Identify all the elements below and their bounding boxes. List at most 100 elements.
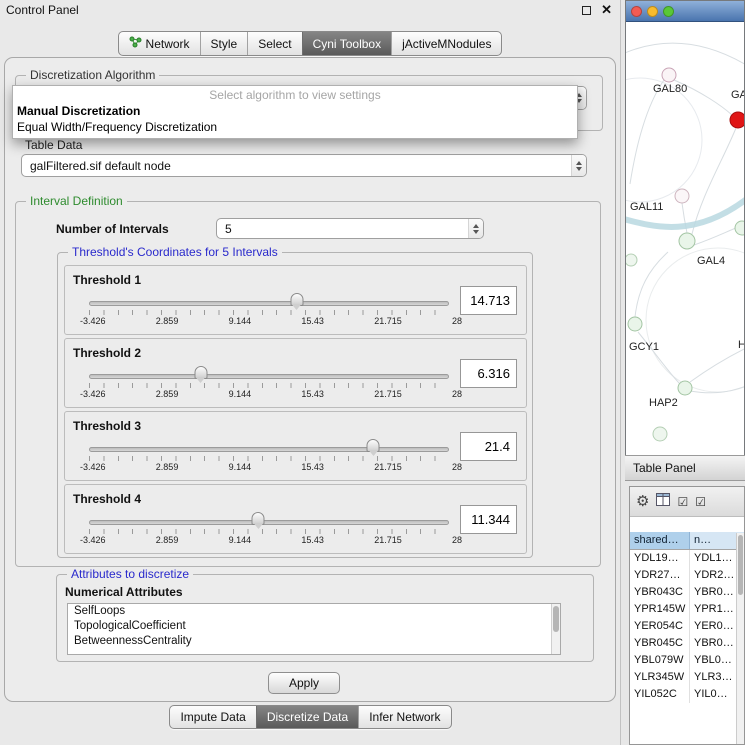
scale-label: 9.144 [229,535,252,545]
threshold-1-value-field[interactable]: 14.713 [460,286,517,315]
cell[interactable]: YLR345W [630,669,690,686]
list-item[interactable]: TopologicalCoefficient [68,619,560,634]
cell[interactable]: YER054C [630,618,690,635]
table-data-combobox[interactable]: galFiltered.sif default node [21,154,587,177]
cell[interactable]: YBL079W [630,652,690,669]
minimize-traffic-light-icon[interactable] [647,6,658,17]
node-gal4[interactable] [679,233,695,249]
threshold-label: Threshold 4 [73,492,141,506]
tab-cyni-toolbox[interactable]: Cyni Toolbox [302,32,391,55]
combobox-value: galFiltered.sif default node [22,159,571,173]
tab-style[interactable]: Style [200,32,248,55]
tab-label: Cyni Toolbox [313,37,381,51]
node-selected-red[interactable] [730,112,744,128]
table-row[interactable]: YDR27…YDR2… [630,567,744,584]
float-window-icon[interactable] [582,6,591,15]
threshold-4-slider[interactable]: -3.426 2.859 9.144 15.43 21.715 28 [89,512,449,550]
table-body: YDL19…YDL1… YDR27…YDR2… YBR043CYBR0… YPR… [630,550,744,703]
slider-scale: -3.426 2.859 9.144 15.43 21.715 28 [80,389,462,399]
cyni-toolbox-panel: Discretization Algorithm Select algorith… [4,57,616,702]
scale-label: 21.715 [374,389,402,399]
table-scrollbar[interactable] [736,533,744,744]
cell[interactable]: YBR045C [630,635,690,652]
slider-track[interactable] [89,374,449,379]
table-row[interactable]: YBL079WYBL0… [630,652,744,669]
scale-label: 28 [452,316,462,326]
gear-icon[interactable]: ⚙ [636,494,649,509]
node-label: H [738,339,744,351]
cell[interactable]: YPR145W [630,601,690,618]
list-item[interactable]: SelfLoops [68,604,560,619]
slider-ticks [89,383,449,388]
zoom-traffic-light-icon[interactable] [663,6,674,17]
table-row[interactable]: YPR145WYPR1… [630,601,744,618]
scale-label: 2.859 [156,535,179,545]
numerical-attributes-label: Numerical Attributes [65,585,183,599]
slider-thumb[interactable] [194,366,207,379]
scale-label: 21.715 [374,535,402,545]
network-window-titlebar[interactable] [626,1,744,22]
dropdown-option-equal-width-frequency[interactable]: Equal Width/Frequency Discretization [13,119,577,135]
table-row[interactable]: YIL052CYIL0… [630,686,744,703]
tab-network[interactable]: Network [119,32,200,55]
node-hap2[interactable] [678,381,692,395]
tab-infer-network[interactable]: Infer Network [358,706,450,728]
tab-label: Infer Network [369,710,440,724]
table-row[interactable]: YBR043CYBR0… [630,584,744,601]
slider-track[interactable] [89,520,449,525]
thresholds-group: Threshold's Coordinates for 5 Intervals … [57,252,533,558]
tab-discretize-data[interactable]: Discretize Data [256,706,358,728]
scrollbar-thumb[interactable] [553,606,559,632]
apply-button[interactable]: Apply [268,672,340,694]
select-all-checkbox-icon[interactable]: ☑ [677,496,688,508]
threshold-4-value-field[interactable]: 11.344 [460,505,517,534]
list-item[interactable]: BetweennessCentrality [68,634,560,649]
select-column-checkbox-icon[interactable]: ☑ [695,496,706,508]
close-traffic-light-icon[interactable] [631,6,642,17]
threshold-3-value-field[interactable]: 21.4 [460,432,517,461]
scale-label: 2.859 [156,462,179,472]
cell[interactable]: YIL052C [630,686,690,703]
scale-label: -3.426 [80,535,106,545]
list-scrollbar[interactable] [551,604,560,654]
node[interactable] [675,189,689,203]
stepper-icon[interactable] [571,155,586,176]
slider-thumb[interactable] [252,512,265,525]
combobox-value: 5 [217,222,468,236]
node[interactable] [653,427,667,441]
slider-track[interactable] [89,301,449,306]
slider-ticks [89,529,449,534]
close-icon[interactable]: ✕ [601,5,612,15]
threshold-2-value-field[interactable]: 6.316 [460,359,517,388]
slider-thumb[interactable] [290,293,303,306]
network-canvas[interactable]: GAL80 GA GAL11 GAL4 GCY1 H HAP2 [626,22,744,455]
tab-select[interactable]: Select [247,32,301,55]
scale-label: 2.859 [156,389,179,399]
cell[interactable]: YDL19… [630,550,690,567]
numerical-attributes-list[interactable]: SelfLoops TopologicalCoefficient Between… [67,603,561,655]
number-of-intervals-combobox[interactable]: 5 [216,218,484,239]
table-row[interactable]: YLR345WYLR3… [630,669,744,686]
scale-label: 9.144 [229,462,252,472]
cell[interactable]: YDR27… [630,567,690,584]
column-header-shared-name[interactable]: shared… [630,532,690,549]
table-row[interactable]: YDL19…YDL1… [630,550,744,567]
table-row[interactable]: YER054CYER0… [630,618,744,635]
scrollbar-thumb[interactable] [738,535,743,595]
tab-jactivemnodules[interactable]: jActiveMNodules [391,32,501,55]
stepper-icon[interactable] [468,219,483,238]
dropdown-option-manual-discretization[interactable]: Manual Discretization [13,103,577,119]
columns-icon[interactable] [656,493,670,511]
threshold-2-slider[interactable]: -3.426 2.859 9.144 15.43 21.715 28 [89,366,449,404]
table-row[interactable]: YBR045CYBR0… [630,635,744,652]
slider-thumb[interactable] [367,439,380,452]
node[interactable] [626,254,637,266]
tab-impute-data[interactable]: Impute Data [170,706,255,728]
slider-track[interactable] [89,447,449,452]
node[interactable] [735,221,744,235]
cell[interactable]: YBR043C [630,584,690,601]
threshold-1-slider[interactable]: -3.426 2.859 9.144 15.43 21.715 28 [89,293,449,331]
node-gal80[interactable] [662,68,676,82]
node-gcy1[interactable] [628,317,642,331]
threshold-3-slider[interactable]: -3.426 2.859 9.144 15.43 21.715 28 [89,439,449,477]
